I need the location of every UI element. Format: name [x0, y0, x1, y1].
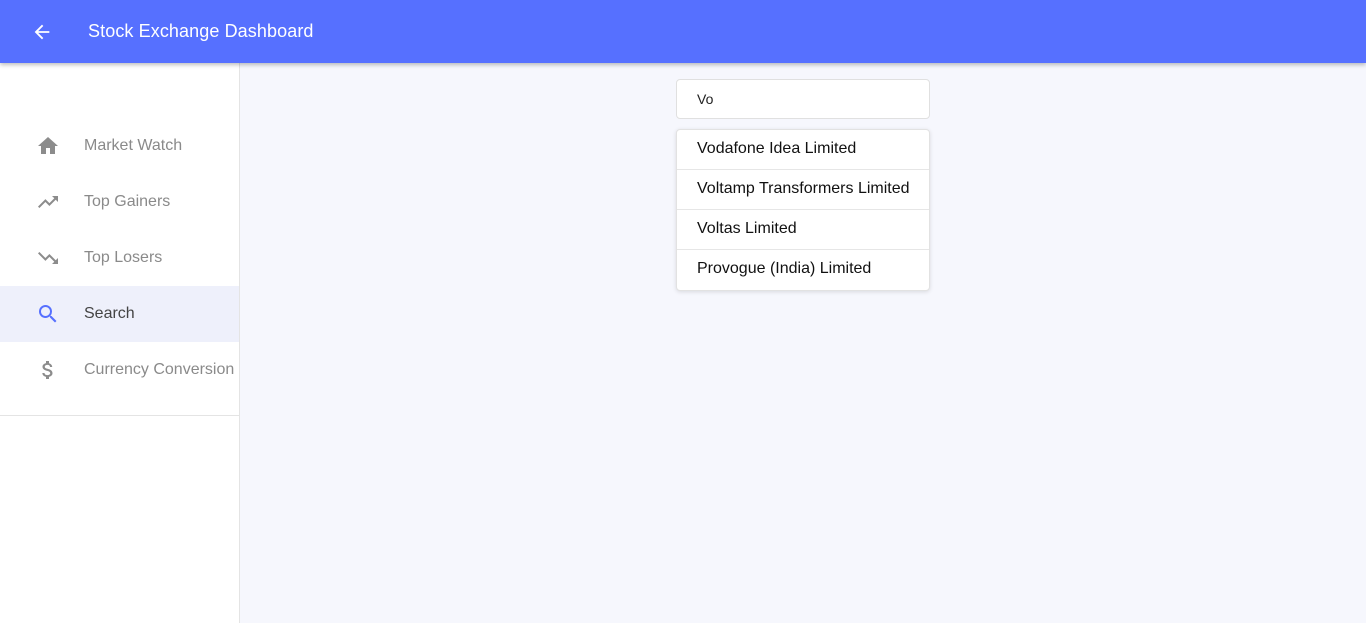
sidebar-item-market-watch[interactable]: Market Watch	[0, 118, 239, 174]
suggestion-item[interactable]: Provogue (India) Limited	[677, 250, 929, 290]
trending-up-icon	[36, 190, 60, 214]
search-container: Vodafone Idea Limited Voltamp Transforme…	[676, 79, 930, 291]
back-button[interactable]	[0, 0, 84, 63]
sidebar-item-currency-conversion[interactable]: Currency Conversion	[0, 342, 239, 398]
app-bar: Stock Exchange Dashboard	[0, 0, 1366, 63]
suggestion-item[interactable]: Vodafone Idea Limited	[677, 130, 929, 170]
dollar-icon	[36, 358, 60, 382]
sidebar: Market Watch Top Gainers Top Losers Sear…	[0, 63, 240, 623]
sidebar-item-label: Search	[84, 305, 135, 322]
suggestion-list: Vodafone Idea Limited Voltamp Transforme…	[676, 129, 930, 291]
sidebar-item-top-gainers[interactable]: Top Gainers	[0, 174, 239, 230]
trending-down-icon	[36, 246, 60, 270]
suggestion-item[interactable]: Voltas Limited	[677, 210, 929, 250]
search-input[interactable]	[676, 79, 930, 119]
arrow-left-icon	[34, 24, 49, 39]
sidebar-item-search[interactable]: Search	[0, 286, 239, 342]
sidebar-item-label: Market Watch	[84, 137, 183, 154]
sidebar-item-label: Top Gainers	[84, 193, 171, 210]
home-icon	[36, 134, 60, 158]
suggestion-item[interactable]: Voltamp Transformers Limited	[677, 170, 929, 210]
sidebar-item-label: Top Losers	[84, 249, 163, 266]
sidebar-item-label: Currency Conversion	[84, 361, 235, 378]
app-title: Stock Exchange Dashboard	[88, 21, 314, 41]
sidebar-divider	[0, 415, 239, 416]
search-icon	[36, 302, 60, 326]
sidebar-item-top-losers[interactable]: Top Losers	[0, 230, 239, 286]
sidebar-nav: Market Watch Top Gainers Top Losers Sear…	[0, 118, 239, 398]
